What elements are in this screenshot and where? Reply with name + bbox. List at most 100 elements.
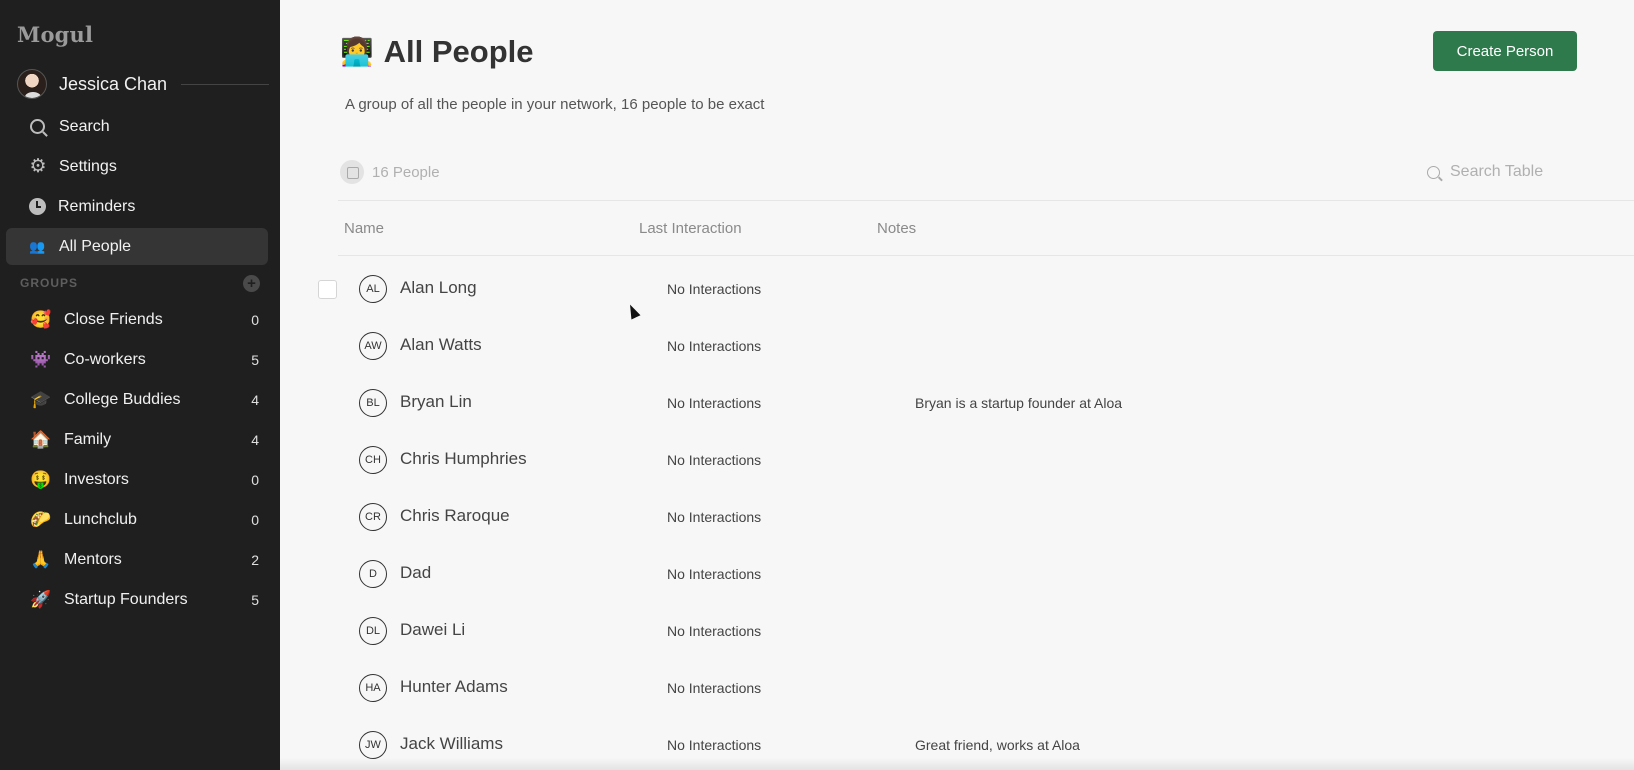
last-interaction: No Interactions [667,395,762,411]
group-count: 5 [251,352,259,368]
page-title: 👩‍💻 All People [340,34,534,70]
person-name[interactable]: Dad [400,563,431,583]
group-label: Lunchclub [64,511,137,528]
initials-avatar: HA [359,674,387,702]
main-content: 👩‍💻 All People A group of all the people… [280,0,1634,770]
sidebar-item-search[interactable]: Search [6,108,268,145]
group-label: Co-workers [64,351,146,368]
person-name[interactable]: Alan Watts [400,335,482,355]
last-interaction: No Interactions [667,452,762,468]
last-interaction: No Interactions [667,281,762,297]
divider [181,83,269,85]
group-item-family[interactable]: 🏠 Family 4 [6,420,268,460]
last-interaction: No Interactions [667,623,762,639]
gear-icon: ⚙ [29,155,47,177]
divider [338,255,1634,256]
person-name[interactable]: Bryan Lin [400,392,472,412]
group-count: 4 [251,432,259,448]
table-row[interactable]: AL Alan Long No Interactions [280,258,1634,315]
user-profile[interactable]: Jessica Chan [17,68,269,100]
group-count: 4 [251,392,259,408]
column-header-last-interaction[interactable]: Last Interaction [639,220,742,237]
group-count: 0 [251,512,259,528]
people-count: 16 People [340,160,440,184]
group-item-co-workers[interactable]: 👾 Co-workers 5 [6,340,268,380]
person-name[interactable]: Dawei Li [400,620,465,640]
group-label: Family [64,431,112,448]
group-label: Investors [64,471,129,488]
title-emoji-icon: 👩‍💻 [340,37,374,67]
search-icon [1427,165,1440,179]
table-search [1427,160,1600,184]
group-item-close-friends[interactable]: 🥰 Close Friends 0 [6,300,268,340]
initials-avatar: AL [359,275,387,303]
group-label: College Buddies [64,391,181,408]
groups-title: GROUPS [20,276,79,290]
add-group-icon[interactable]: + [243,274,260,292]
table-row[interactable]: CH Chris Humphries No Interactions [280,429,1634,486]
sidebar-item-all-people[interactable]: 👥 All People [6,228,268,265]
initials-avatar: BL [359,389,387,417]
table-toolbar: 16 People [340,160,1634,184]
column-header-name[interactable]: Name [344,220,384,237]
table-row[interactable]: CR Chris Raroque No Interactions [280,486,1634,543]
person-name[interactable]: Hunter Adams [400,677,508,697]
group-item-startup-founders[interactable]: 🚀 Startup Founders 5 [6,580,268,620]
group-item-mentors[interactable]: 🙏 Mentors 2 [6,540,268,580]
group-emoji-icon: 🏠 [30,430,52,449]
search-table-input[interactable] [1450,163,1600,181]
last-interaction: No Interactions [667,737,762,753]
group-item-college-buddies[interactable]: 🎓 College Buddies 4 [6,380,268,420]
column-header-notes[interactable]: Notes [877,220,916,237]
create-person-button[interactable]: Create Person [1433,31,1577,71]
person-name[interactable]: Jack Williams [400,734,503,754]
group-label: Startup Founders [64,591,188,608]
group-label: Mentors [64,551,122,568]
group-emoji-icon: 🙏 [30,550,52,569]
sidebar: Mogul Jessica Chan Search ⚙ Settings Rem… [0,0,280,770]
person-name[interactable]: Chris Raroque [400,506,510,526]
table-row[interactable]: BL Bryan Lin No Interactions Bryan is a … [280,372,1634,429]
scroll-fade [280,758,1634,770]
people-count-label: 16 People [372,163,440,181]
search-icon [30,119,45,134]
table-row[interactable]: DL Dawei Li No Interactions [280,600,1634,657]
last-interaction: No Interactions [667,566,762,582]
person-notes: Bryan is a startup founder at Aloa [915,395,1123,411]
last-interaction: No Interactions [667,509,762,525]
group-emoji-icon: 🥰 [30,310,52,329]
person-name[interactable]: Chris Humphries [400,449,527,469]
table-row[interactable]: D Dad No Interactions [280,543,1634,600]
row-checkbox[interactable] [318,280,337,299]
sidebar-item-settings[interactable]: ⚙ Settings [6,148,268,185]
table-row[interactable]: AW Alan Watts No Interactions [280,315,1634,372]
divider [338,200,1634,201]
person-name[interactable]: Alan Long [400,278,477,298]
user-name: Jessica Chan [59,73,168,94]
initials-avatar: DL [359,617,387,645]
clock-icon [29,198,46,215]
group-emoji-icon: 🎓 [30,390,52,409]
sidebar-item-reminders[interactable]: Reminders [6,188,268,225]
group-count: 0 [251,472,259,488]
list-icon [340,160,364,184]
group-item-lunchclub[interactable]: 🌮 Lunchclub 0 [6,500,268,540]
table-row[interactable]: HA Hunter Adams No Interactions [280,657,1634,714]
initials-avatar: D [359,560,387,588]
sidebar-item-label: Reminders [58,197,136,215]
avatar [17,69,47,99]
brand-logo: Mogul [17,22,94,47]
initials-avatar: CH [359,446,387,474]
group-label: Close Friends [64,311,163,328]
group-emoji-icon: 👾 [30,350,52,369]
group-item-investors[interactable]: 🤑 Investors 0 [6,460,268,500]
groups-list: 🥰 Close Friends 0 👾 Co-workers 5 🎓 Colle… [6,300,268,620]
last-interaction: No Interactions [667,338,762,354]
people-table: AL Alan Long No Interactions AW Alan Wat… [280,258,1634,770]
initials-avatar: AW [359,332,387,360]
sidebar-item-label: Search [59,117,110,135]
person-notes: Great friend, works at Aloa [915,737,1080,753]
people-icon: 👥 [29,238,46,254]
group-count: 2 [251,552,259,568]
group-emoji-icon: 🚀 [30,590,52,609]
